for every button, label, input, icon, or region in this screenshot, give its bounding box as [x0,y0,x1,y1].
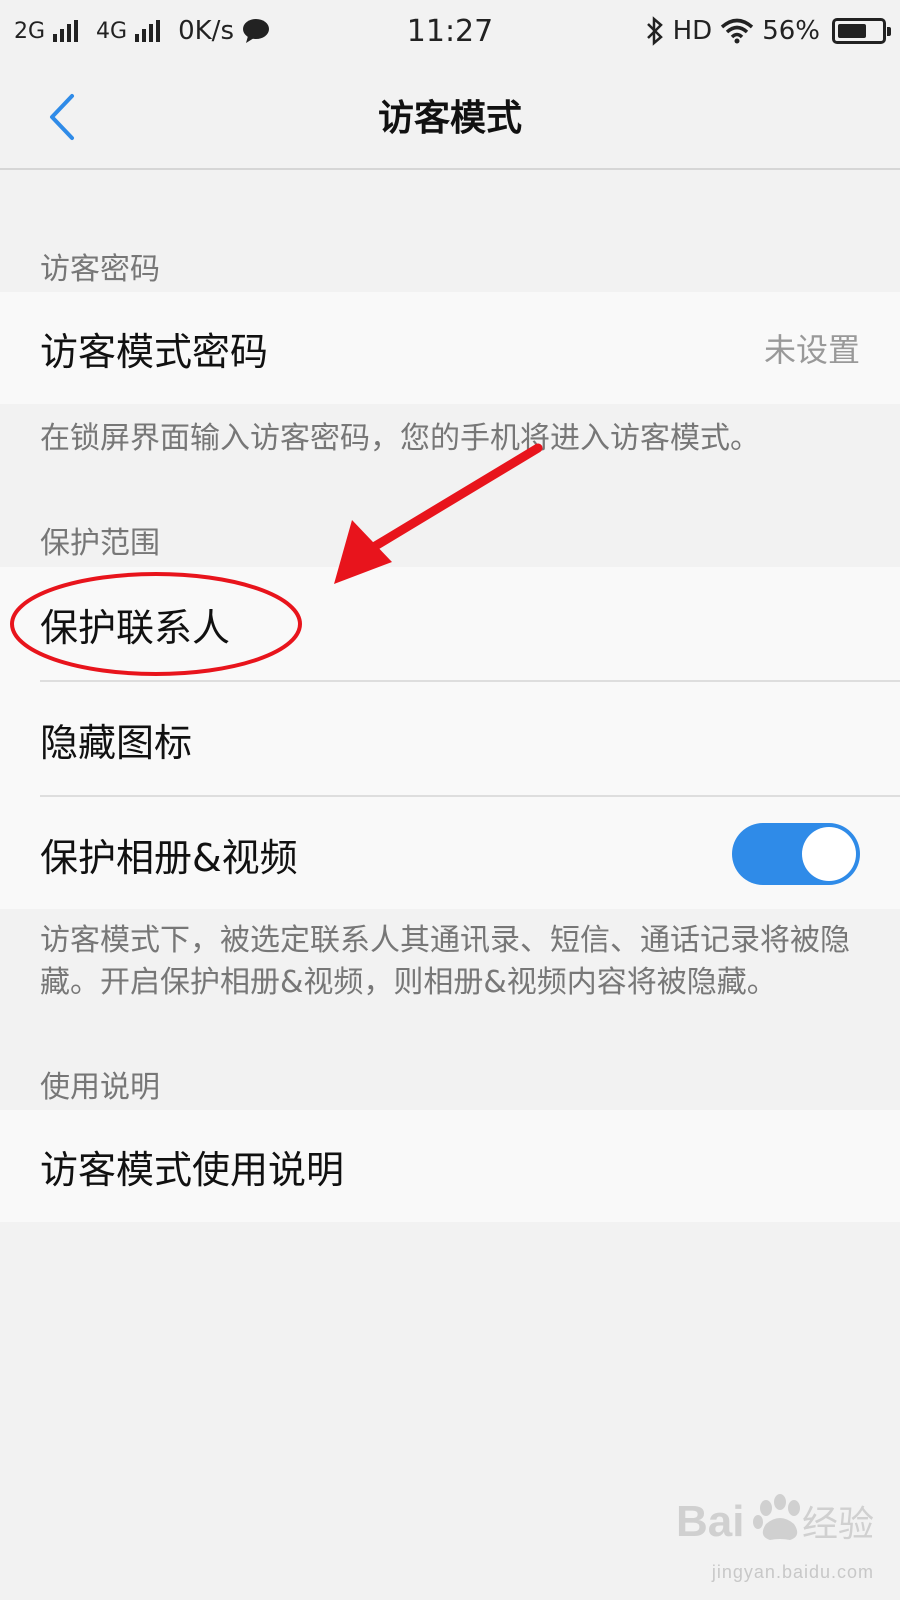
status-left: 2G 4G 0K/s [14,16,270,46]
signal-bars-icon [135,20,161,42]
row-title: 隐藏图标 [40,720,193,765]
annotation-arrow-icon [334,443,543,584]
row-value: 未设置 [763,331,860,369]
row-title: 保护相册&视频 [40,835,298,880]
nav-bar: 访客模式 [0,62,900,170]
password-description: 在锁屏界面输入访客密码，您的手机将进入访客模式。 [40,421,760,456]
toggle-knob [802,827,856,881]
network-1-label: 2G [14,18,46,44]
row-title: 访客模式使用说明 [40,1147,345,1192]
wifi-icon [721,18,754,44]
bluetooth-icon [646,16,663,46]
page-title: 访客模式 [377,98,522,139]
wm-brand-cn: 经验 [802,1504,874,1545]
wm-url: jingyan.baidu.com [711,1562,874,1582]
battery-percent: 56% [762,16,820,46]
baidu-watermark: Bai 经验 jingyan.baidu.com [670,1480,890,1582]
usage-guide-row[interactable]: 访客模式使用说明 [0,1110,900,1222]
baidu-logo-icon: Bai 经验 [676,1494,874,1546]
protect-description: 访客模式下，被选定联系人其通讯录、短信、通话记录将被隐藏。开启保护相册&视频，则… [40,923,850,1000]
signal-bars-icon [53,20,79,42]
section-label-protect: 保护范围 [40,526,160,561]
hd-label: HD [672,16,713,46]
row-title: 保护联系人 [40,605,231,650]
usage-card: 访客模式使用说明 [0,1110,900,1222]
protect-card: 保护联系人 隐藏图标 保护相册&视频 [0,567,900,909]
status-bar: 2G 4G 0K/s 11:27 HD 56% [0,0,900,62]
wm-brand: Bai [676,1497,744,1546]
battery-icon [832,18,891,44]
hide-icon-row[interactable]: 隐藏图标 [0,682,900,796]
password-card: 访客模式密码 未设置 [0,292,900,404]
section-label-password: 访客密码 [40,252,160,287]
status-right: HD 56% [645,16,891,46]
row-title: 访客模式密码 [40,329,269,374]
guest-password-row[interactable]: 访客模式密码 未设置 [0,292,900,404]
net-speed: 0K/s [178,16,234,46]
album-video-toggle[interactable] [732,823,860,885]
network-2-label: 4G [96,18,128,44]
section-label-usage: 使用说明 [40,1070,160,1105]
message-bubble-icon [243,19,269,43]
protect-contacts-row[interactable]: 保护联系人 [0,567,900,681]
chevron-left-icon [50,94,74,140]
protect-album-video-row[interactable]: 保护相册&视频 [0,797,900,911]
back-button[interactable] [40,90,90,144]
